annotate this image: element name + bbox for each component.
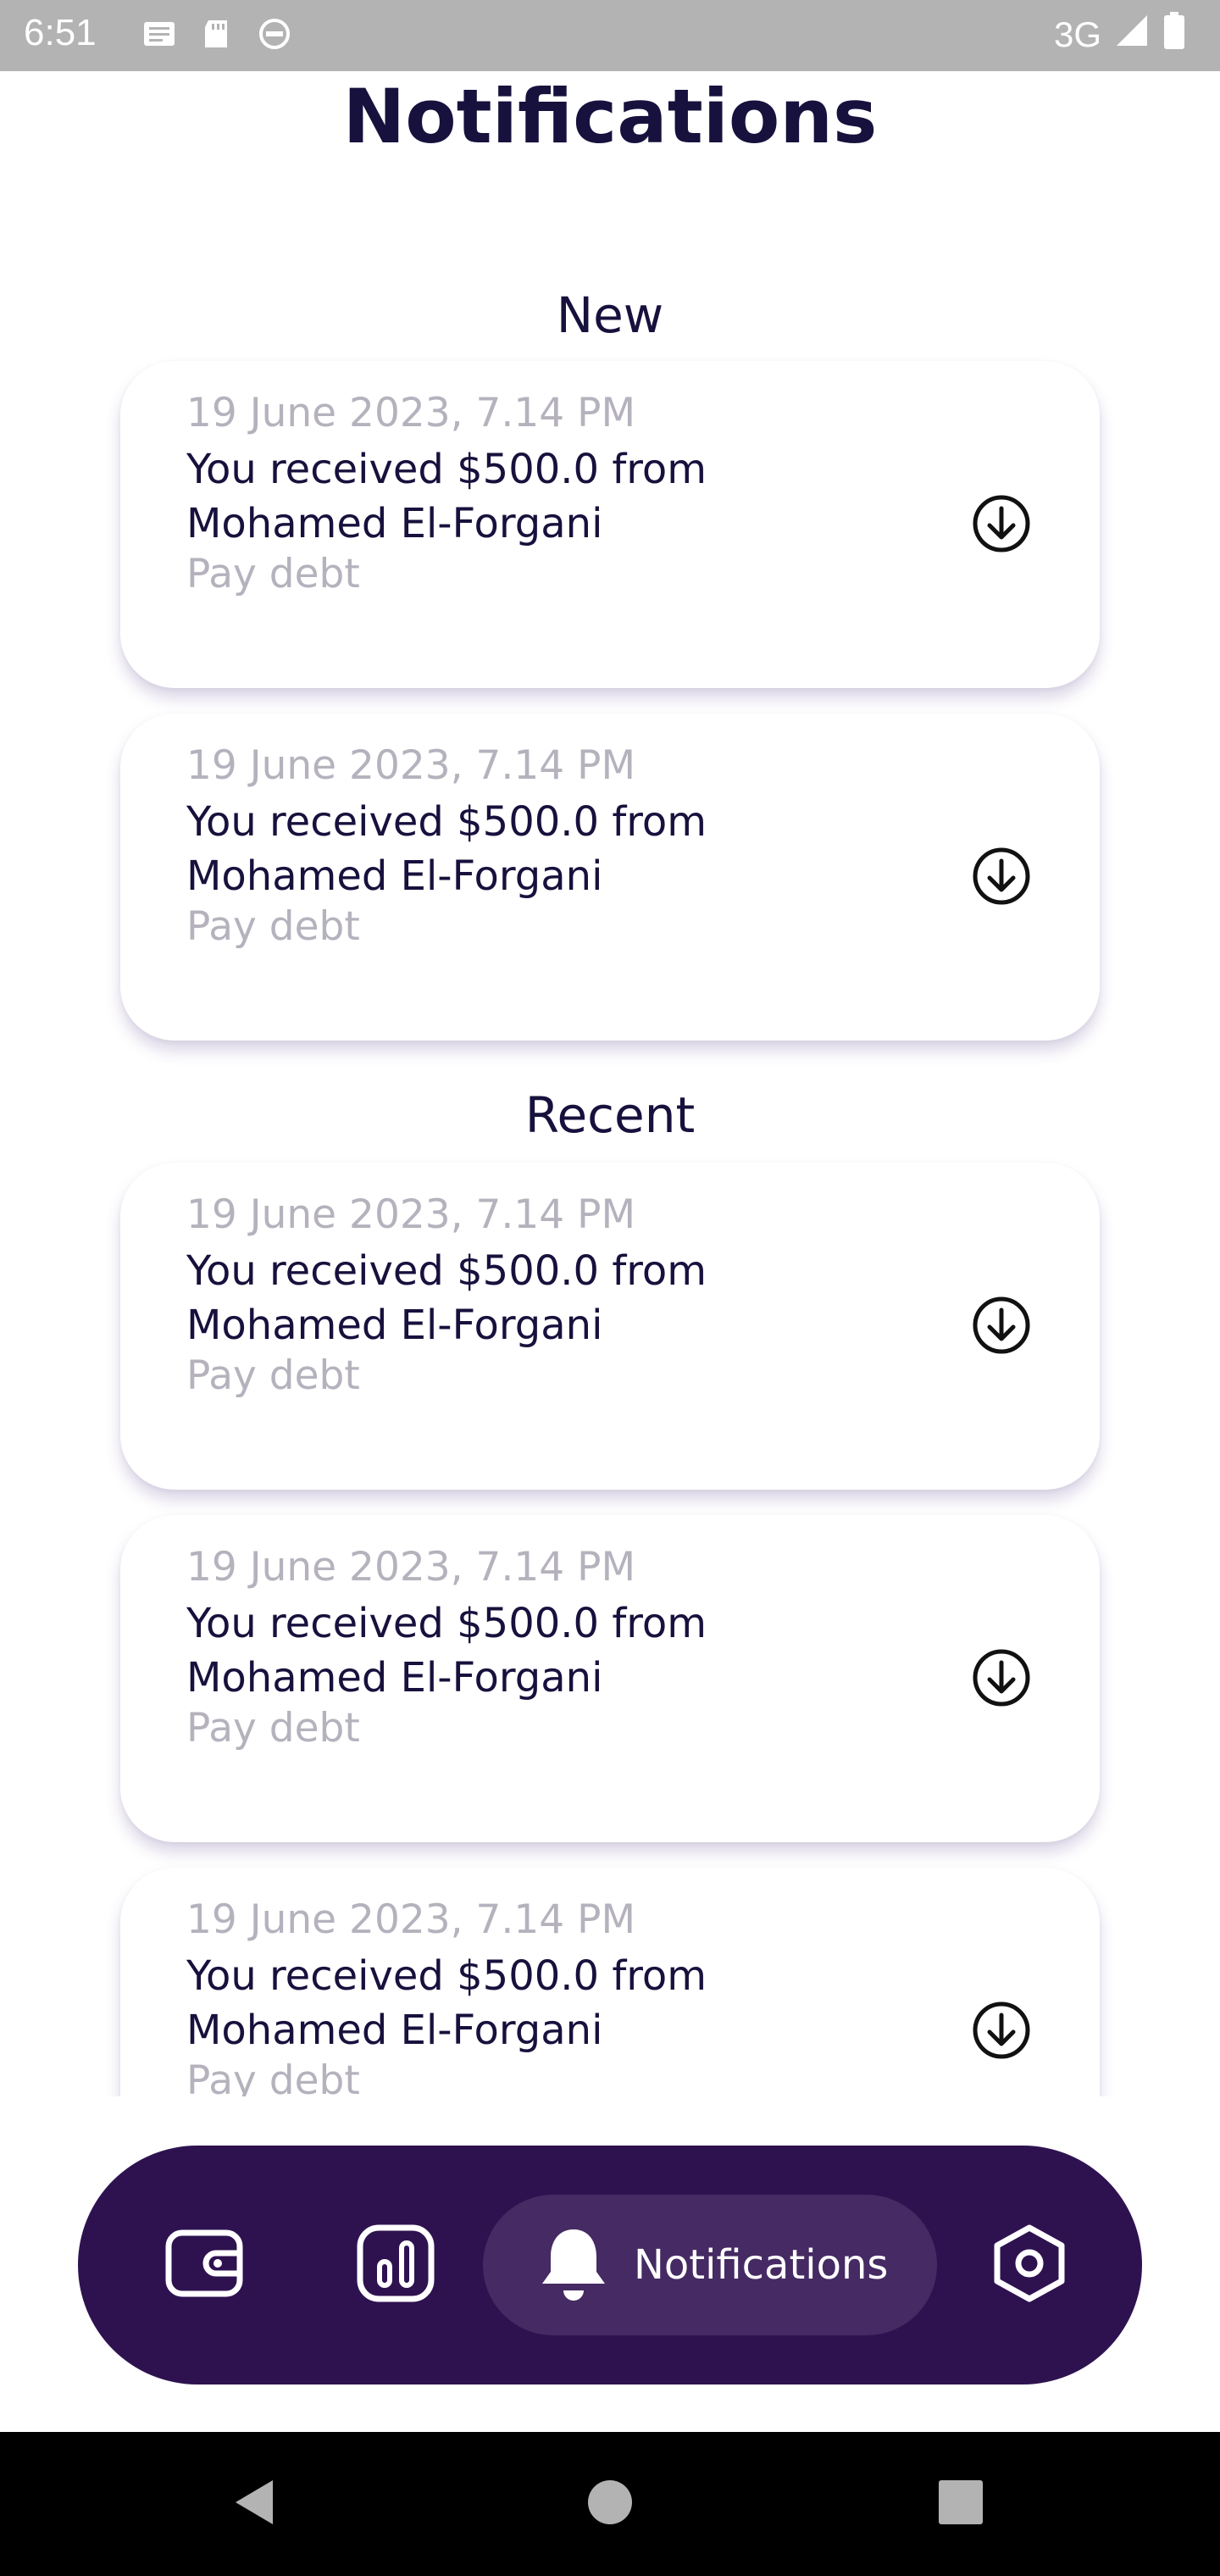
- section-title-recent: Recent: [524, 1086, 696, 1144]
- back-triangle-icon: [230, 2477, 278, 2531]
- notification-subtitle: Pay debt: [186, 1352, 360, 1399]
- download-circle-icon[interactable]: [971, 1295, 1032, 1356]
- notification-date: 19 June 2023, 7.14 PM: [186, 742, 636, 789]
- notification-date: 19 June 2023, 7.14 PM: [186, 1191, 636, 1238]
- notification-date: 19 June 2023, 7.14 PM: [186, 1544, 636, 1591]
- nav-notifications-button[interactable]: Notifications: [483, 2195, 937, 2335]
- notification-card[interactable]: 19 June 2023, 7.14 PM You received $500.…: [120, 1515, 1100, 1842]
- notification-card[interactable]: 19 June 2023, 7.14 PM You received $500.…: [120, 361, 1100, 688]
- page-title: Notifications: [342, 73, 878, 160]
- nav-wallet-button[interactable]: [149, 2207, 259, 2323]
- system-recents-button[interactable]: [927, 2432, 995, 2576]
- notification-subtitle: Pay debt: [186, 551, 360, 597]
- notification-message: You received $500.0 from Mohamed El-Forg…: [186, 1600, 707, 1702]
- download-circle-icon[interactable]: [971, 846, 1032, 907]
- download-circle-icon[interactable]: [971, 1647, 1032, 1708]
- notification-card[interactable]: 19 June 2023, 7.14 PM You received $500.…: [120, 1163, 1100, 1490]
- download-circle-icon[interactable]: [971, 2000, 1032, 2061]
- notification-subtitle: Pay debt: [186, 1705, 360, 1752]
- home-circle-icon: [586, 2479, 634, 2529]
- notification-date: 19 June 2023, 7.14 PM: [186, 390, 636, 436]
- notification-card[interactable]: 19 June 2023, 7.14 PM You received $500.…: [120, 713, 1100, 1041]
- chart-icon: [357, 2224, 435, 2306]
- notification-message: You received $500.0 from Mohamed El-Forg…: [186, 1952, 707, 2054]
- system-back-button[interactable]: [220, 2432, 288, 2576]
- notification-message: You received $500.0 from Mohamed El-Forg…: [186, 798, 707, 900]
- system-home-button[interactable]: [576, 2432, 644, 2576]
- notification-subtitle: Pay debt: [186, 903, 360, 950]
- notification-card[interactable]: 19 June 2023, 7.14 PM You received $500.…: [120, 1868, 1100, 2096]
- section-title-new: New: [556, 286, 664, 344]
- bottom-nav: Notifications: [78, 2146, 1142, 2384]
- notification-subtitle: Pay debt: [186, 2057, 360, 2096]
- notification-date: 19 June 2023, 7.14 PM: [186, 1896, 636, 1943]
- settings-hexagon-icon: [990, 2223, 1068, 2307]
- notifications-scroll-area[interactable]: Notifications New 19 June 2023, 7.14 PM …: [0, 0, 1220, 2096]
- wallet-icon: [164, 2228, 245, 2302]
- bell-icon: [535, 2223, 612, 2307]
- nav-notifications-label: Notifications: [634, 2241, 889, 2289]
- nav-stats-button[interactable]: [341, 2207, 451, 2323]
- system-nav-bar: [0, 2432, 1220, 2576]
- nav-settings-button[interactable]: [974, 2207, 1084, 2323]
- recents-square-icon: [937, 2479, 984, 2529]
- notification-message: You received $500.0 from Mohamed El-Forg…: [186, 446, 707, 547]
- download-circle-icon[interactable]: [971, 493, 1032, 554]
- notification-message: You received $500.0 from Mohamed El-Forg…: [186, 1247, 707, 1349]
